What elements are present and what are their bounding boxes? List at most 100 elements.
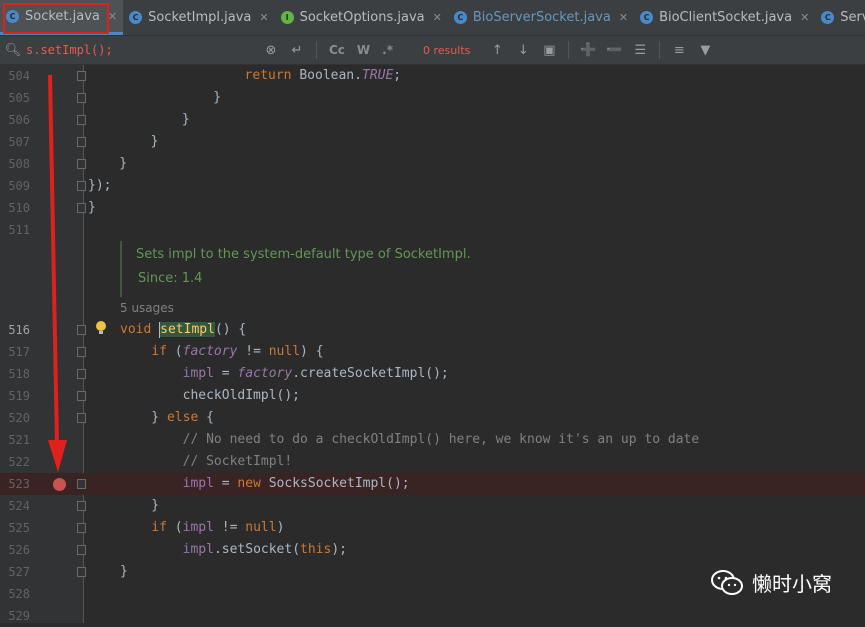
close-tab-icon[interactable]: ✕: [619, 11, 628, 24]
tab-label: ServerSocket.ja: [840, 10, 865, 25]
tab-socketoptions-java[interactable]: I SocketOptions.java ✕: [275, 0, 448, 35]
match-case-button[interactable]: Cc: [329, 43, 345, 57]
code-line[interactable]: 504 return Boolean.TRUE;: [0, 65, 865, 87]
regex-button[interactable]: .*: [382, 43, 393, 57]
code-line[interactable]: 511: [0, 219, 865, 241]
code-line[interactable]: 522 // SocketImpl!: [0, 451, 865, 473]
close-tab-icon[interactable]: ✕: [433, 11, 442, 24]
code-text[interactable]: }: [88, 197, 96, 219]
code-text[interactable]: }: [88, 109, 190, 131]
code-text[interactable]: }: [120, 495, 159, 517]
select-all-occurrences-icon[interactable]: ☰: [631, 43, 649, 58]
code-text[interactable]: void setImpl() {: [120, 319, 246, 341]
line-number: 504: [8, 69, 30, 83]
fold-marker-icon[interactable]: [77, 545, 86, 555]
code-text[interactable]: impl.setSocket(this);: [120, 539, 347, 561]
code-line[interactable]: 518 impl = factory.createSocketImpl();: [0, 363, 865, 385]
fold-marker-icon[interactable]: [77, 347, 86, 357]
breakpoint-icon[interactable]: [53, 478, 66, 491]
fold-marker-icon[interactable]: [77, 203, 86, 213]
close-tab-icon[interactable]: ✕: [259, 11, 268, 24]
doc-since: Since: 1.4: [138, 271, 203, 286]
fold-marker-icon[interactable]: [77, 181, 86, 191]
remove-occurrence-icon[interactable]: ➖: [605, 43, 623, 58]
fold-marker-icon[interactable]: [77, 325, 86, 335]
arrow-up-icon[interactable]: ↑: [488, 43, 506, 58]
code-line[interactable]: 521 // No need to do a checkOldImpl() he…: [0, 429, 865, 451]
close-tab-icon[interactable]: ✕: [108, 10, 117, 23]
code-text[interactable]: checkOldImpl();: [120, 385, 300, 407]
tab-socket-java[interactable]: C Socket.java ✕: [0, 0, 124, 35]
filter-icon[interactable]: ▼: [696, 43, 714, 58]
code-text[interactable]: });: [88, 175, 111, 197]
fold-marker-icon[interactable]: [77, 413, 86, 423]
wechat-logo-icon: [711, 569, 743, 595]
code-line[interactable]: 525 if (impl != null): [0, 517, 865, 539]
code-line[interactable]: 507 }: [0, 131, 865, 153]
code-line[interactable]: 526 impl.setSocket(this);: [0, 539, 865, 561]
tab-bioserversocket-java[interactable]: C BioServerSocket.java ✕: [448, 0, 634, 35]
fold-marker-icon[interactable]: [77, 137, 86, 147]
code-text[interactable]: }: [88, 131, 159, 153]
fold-marker-icon[interactable]: [77, 391, 86, 401]
newline-icon[interactable]: ↵: [288, 43, 306, 58]
code-editor[interactable]: 504 return Boolean.TRUE; 505 } 506 } 507 } 5…: [0, 65, 865, 623]
usages-hint[interactable]: 5 usages: [120, 301, 174, 315]
options-icon[interactable]: ≡: [670, 43, 688, 58]
fold-marker-icon[interactable]: [77, 71, 86, 81]
code-line[interactable]: 506 }: [0, 109, 865, 131]
tab-label: Socket.java: [25, 8, 100, 24]
code-text[interactable]: impl = factory.createSocketImpl();: [120, 363, 449, 385]
fold-marker-icon[interactable]: [77, 479, 86, 489]
line-number: 520: [8, 411, 30, 425]
code-text[interactable]: }: [88, 87, 221, 109]
search-icon[interactable]: 🔍︎: [4, 43, 22, 58]
code-line[interactable]: 524 }: [0, 495, 865, 517]
fold-marker-icon[interactable]: [77, 115, 86, 125]
divider: [568, 41, 570, 59]
code-line[interactable]: 529: [0, 605, 865, 627]
tab-serversocket-ja[interactable]: C ServerSocket.ja: [815, 0, 865, 35]
code-text[interactable]: } else {: [120, 407, 214, 429]
line-number: 516: [8, 323, 30, 337]
code-line[interactable]: 523 impl = new SocksSocketImpl();: [0, 473, 865, 495]
line-number: 506: [8, 113, 30, 127]
code-text[interactable]: if (factory != null) {: [120, 341, 323, 363]
whole-words-button[interactable]: W: [357, 43, 370, 57]
code-line[interactable]: 509});: [0, 175, 865, 197]
add-occurrence-icon[interactable]: ➕: [579, 43, 597, 58]
fold-marker-icon[interactable]: [77, 523, 86, 533]
results-count: 0 results: [423, 43, 471, 57]
code-text[interactable]: if (impl != null): [120, 517, 284, 539]
code-text[interactable]: impl = new SocksSocketImpl();: [120, 473, 410, 495]
code-text[interactable]: // No need to do a checkOldImpl() here, …: [120, 429, 700, 451]
code-line[interactable]: 517 if (factory != null) {: [0, 341, 865, 363]
code-line[interactable]: 519 checkOldImpl();: [0, 385, 865, 407]
fold-marker-icon[interactable]: [77, 567, 86, 577]
select-all-icon[interactable]: ▣: [540, 43, 558, 58]
code-line[interactable]: 516 void setImpl() {: [0, 319, 865, 341]
code-text[interactable]: }: [88, 153, 127, 175]
line-number: 527: [8, 565, 30, 579]
code-line[interactable]: 520 } else {: [0, 407, 865, 429]
clear-icon[interactable]: ⊗: [262, 43, 280, 58]
code-text[interactable]: // SocketImpl!: [120, 451, 293, 473]
fold-marker-icon[interactable]: [77, 159, 86, 169]
line-number: 524: [8, 499, 30, 513]
tab-label: SocketOptions.java: [299, 10, 425, 25]
lightbulb-icon[interactable]: [95, 320, 107, 336]
tab-bioclientsocket-java[interactable]: C BioClientSocket.java ✕: [634, 0, 815, 35]
tab-label: SocketImpl.java: [148, 10, 252, 25]
code-text[interactable]: }: [120, 561, 128, 583]
code-line[interactable]: 508 }: [0, 153, 865, 175]
code-line[interactable]: 505 }: [0, 87, 865, 109]
fold-marker-icon[interactable]: [77, 369, 86, 379]
fold-marker-icon[interactable]: [77, 501, 86, 511]
code-line[interactable]: 510}: [0, 197, 865, 219]
search-input[interactable]: s.setImpl();: [26, 43, 258, 57]
tab-socketimpl-java[interactable]: C SocketImpl.java ✕: [123, 0, 274, 35]
fold-marker-icon[interactable]: [77, 93, 86, 103]
arrow-down-icon[interactable]: ↓: [514, 43, 532, 58]
close-tab-icon[interactable]: ✕: [800, 11, 809, 24]
code-text[interactable]: return Boolean.TRUE;: [88, 65, 402, 87]
